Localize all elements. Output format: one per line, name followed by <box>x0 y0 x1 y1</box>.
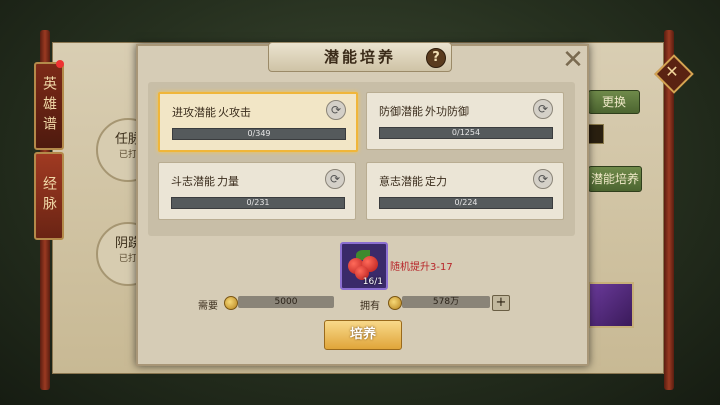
side-tab-heroes[interactable]: 英雄谱 <box>34 62 64 150</box>
coin-icon <box>388 296 402 310</box>
owned-value: 578万 <box>402 296 490 308</box>
potential-skill: 定力 <box>425 175 447 188</box>
bonus-text: 随机提升3-17 <box>390 262 453 273</box>
cost-value: 5000 <box>238 296 334 308</box>
replace-button[interactable]: 更换 <box>588 90 640 114</box>
add-button[interactable]: + <box>492 295 510 311</box>
potential-skill: 火攻击 <box>218 106 251 119</box>
potential-card-attack[interactable]: 进攻潜能 火攻击 ⟳ 0/349 <box>158 92 358 152</box>
refresh-icon[interactable]: ⟳ <box>533 169 553 189</box>
side-tab-meridians[interactable]: 经脉 <box>34 152 64 240</box>
refresh-icon[interactable]: ⟳ <box>533 99 553 119</box>
potential-skill: 外功防御 <box>425 105 469 118</box>
refresh-icon[interactable]: ⟳ <box>326 100 346 120</box>
potential-name: 进攻潜能 <box>172 106 216 119</box>
potential-card-will[interactable]: 意志潜能 定力 ⟳ 0/224 <box>366 162 564 220</box>
cost-label: 需要 <box>198 301 218 312</box>
help-icon[interactable]: ? <box>426 48 446 68</box>
progress-bar: 0/224 <box>379 197 553 209</box>
slot-icon <box>588 124 604 144</box>
close-icon[interactable]: ✕ <box>562 47 584 73</box>
modal-title: 潜能培养 <box>268 42 452 72</box>
owned-label: 拥有 <box>360 301 380 312</box>
potential-name: 意志潜能 <box>379 175 423 188</box>
potential-card-morale[interactable]: 斗志潜能 力量 ⟳ 0/231 <box>158 162 356 220</box>
item-count: 16/1 <box>362 277 383 287</box>
purple-book-icon[interactable] <box>588 282 634 328</box>
potential-modal: 潜能培养 ? ✕ 进攻潜能 火攻击 ⟳ 0/349 防御潜能 外功防御 ⟳ 0/… <box>136 42 589 366</box>
notification-dot <box>56 60 64 68</box>
potentials-panel: 进攻潜能 火攻击 ⟳ 0/349 防御潜能 外功防御 ⟳ 0/1254 斗志潜能… <box>148 82 575 236</box>
progress-bar: 0/231 <box>171 197 345 209</box>
refresh-icon[interactable]: ⟳ <box>325 169 345 189</box>
potential-card-defense[interactable]: 防御潜能 外功防御 ⟳ 0/1254 <box>366 92 564 150</box>
progress-bar: 0/349 <box>172 128 346 140</box>
close-x-icon: ✕ <box>665 62 679 81</box>
potential-name: 防御潜能 <box>379 105 423 118</box>
red-berry-icon[interactable]: 16/1 <box>340 242 388 290</box>
potential-name: 斗志潜能 <box>171 175 215 188</box>
progress-bar: 0/1254 <box>379 127 553 139</box>
potential-skill: 力量 <box>217 175 239 188</box>
train-button[interactable]: 培养 <box>324 320 402 350</box>
potential-train-bg-button[interactable]: 潜能培养 <box>588 166 642 192</box>
coin-icon <box>224 296 238 310</box>
